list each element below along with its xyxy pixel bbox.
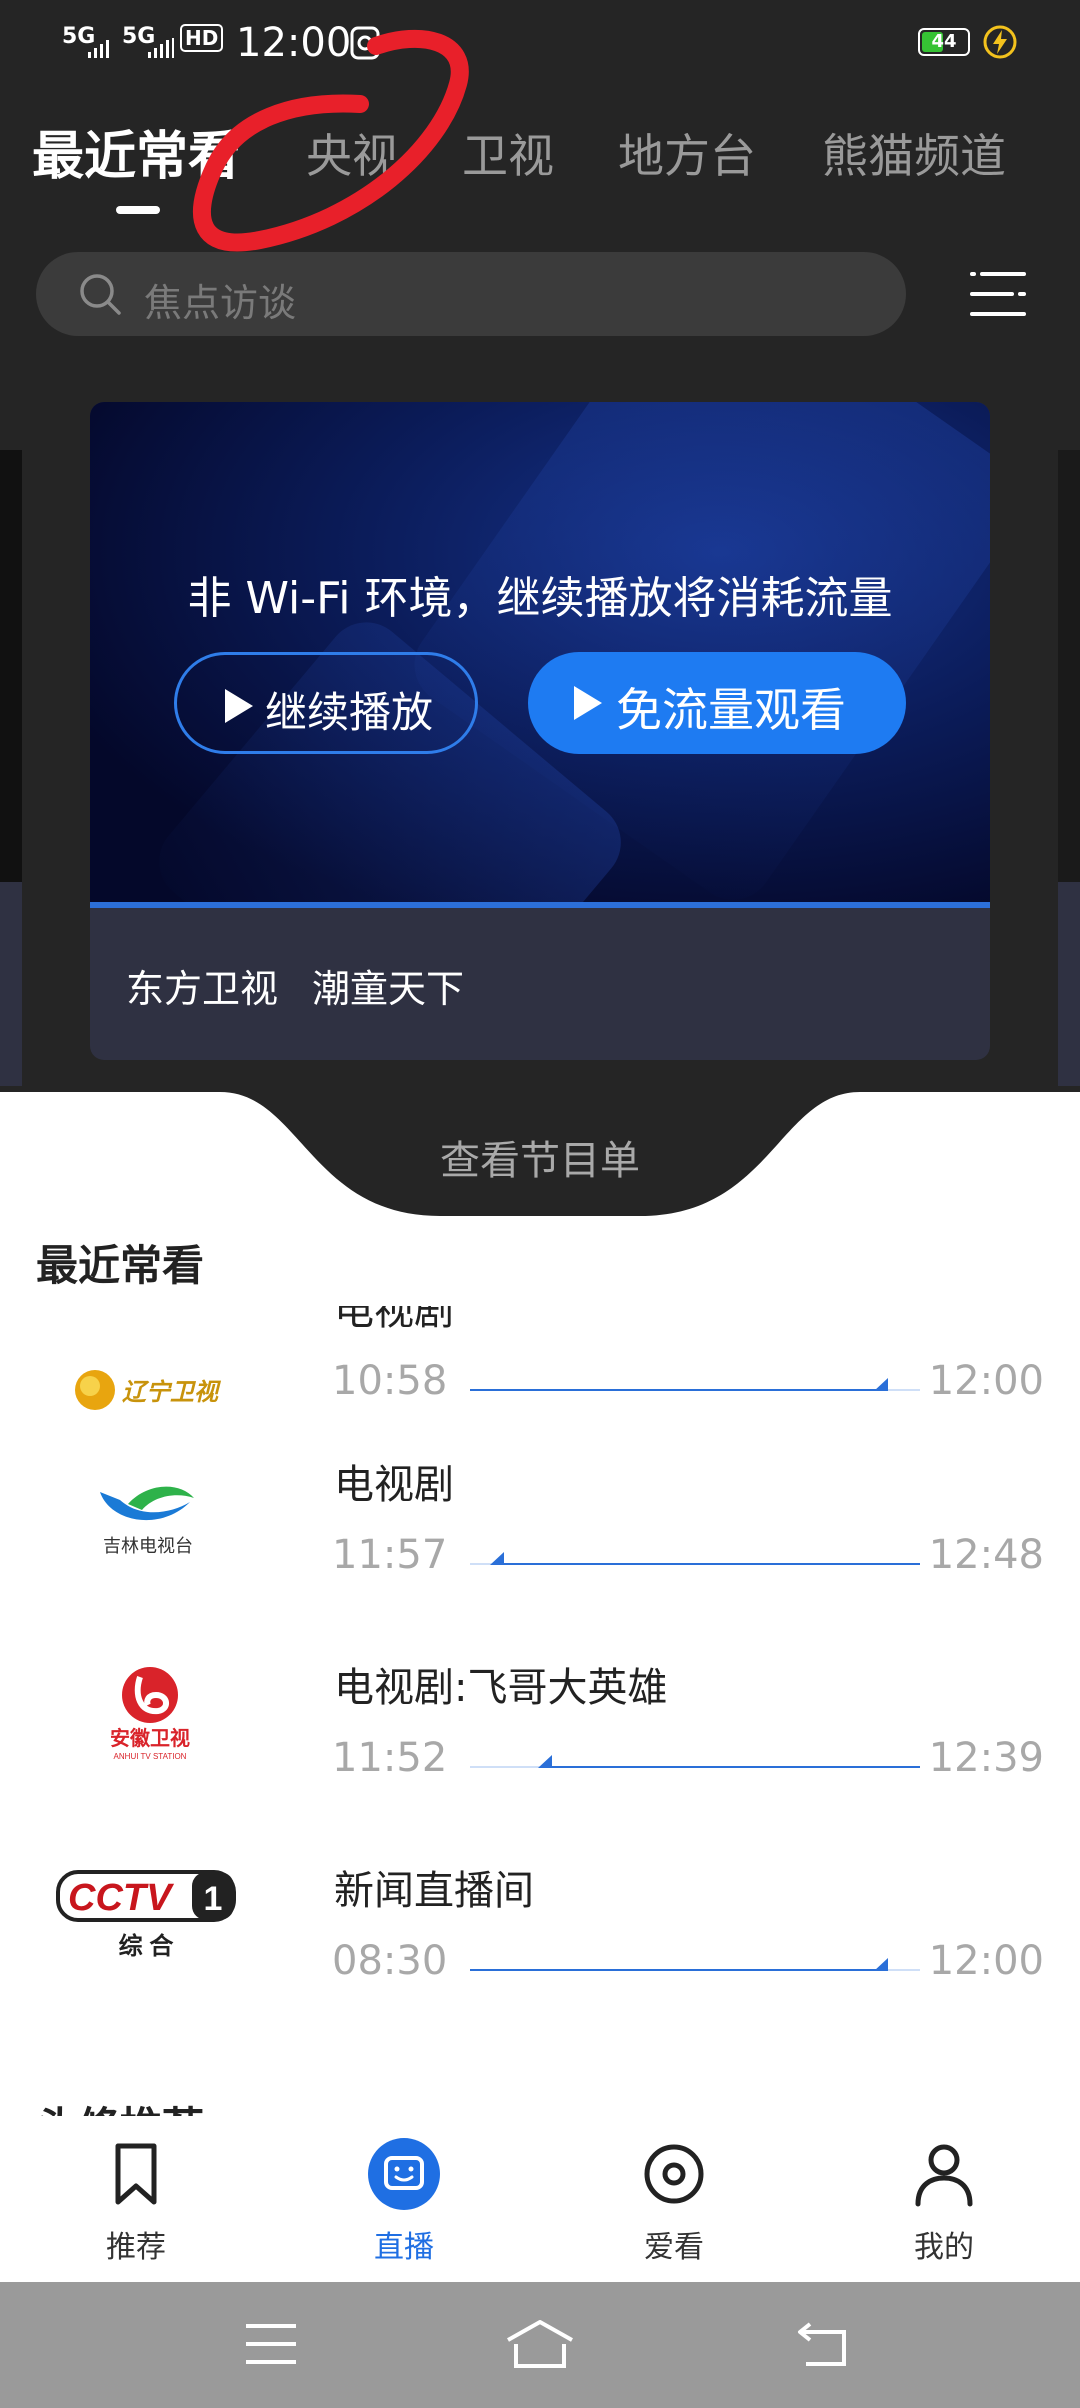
liaoning-tv-logo-text: 辽宁卫视 bbox=[122, 1379, 222, 1406]
channel-list-menu-icon[interactable] bbox=[970, 264, 1026, 324]
nav-favorites-label: 爱看 bbox=[644, 2230, 704, 2265]
clock: 12:00 bbox=[236, 20, 352, 66]
video-progress-bar bbox=[90, 902, 990, 908]
tab-local[interactable]: 地方台 bbox=[618, 120, 756, 186]
liaoning-tv-logo: 辽宁卫视 bbox=[75, 1370, 222, 1410]
list-item[interactable]: 安徽卫视 ANHUI TV STATION 电视剧:飞哥大英雄 11:52 12… bbox=[0, 1655, 1080, 1858]
anhui-tv-logo-text: 安徽卫视 bbox=[110, 1726, 190, 1750]
program-title: 电视剧 bbox=[334, 1306, 454, 1334]
program-name: 潮童天下 bbox=[312, 967, 465, 1011]
start-time: 11:57 bbox=[332, 1532, 448, 1578]
cctv-logo-text: CCTV bbox=[68, 1877, 174, 1919]
nav-mine[interactable]: 我的 bbox=[864, 2138, 1024, 2268]
start-time: 10:58 bbox=[332, 1358, 448, 1404]
nav-recommend-label: 推荐 bbox=[106, 2230, 166, 2265]
battery-percent: 44 bbox=[931, 31, 957, 52]
video-player[interactable]: 非 Wi-Fi 环境，继续播放将消耗流量 继续播放 免流量观看 bbox=[90, 402, 990, 902]
end-time: 12:39 bbox=[928, 1735, 1044, 1781]
previous-card-preview[interactable] bbox=[0, 450, 22, 882]
anhui-tv-logo-subtext: ANHUI TV STATION bbox=[114, 1752, 187, 1761]
free-data-watch-label: 免流量观看 bbox=[616, 683, 846, 737]
start-time: 08:30 bbox=[332, 1938, 448, 1984]
channel-name: 东方卫视 bbox=[126, 967, 279, 1011]
charging-icon bbox=[983, 25, 1017, 59]
list-item[interactable]: CCTV 1 综 合 新闻直播间 08:30 12:00 bbox=[0, 1858, 1080, 2061]
tab-cctv[interactable]: 央视 bbox=[306, 120, 398, 186]
battery-indicator: 44 bbox=[918, 28, 970, 56]
next-card-preview[interactable] bbox=[1058, 450, 1080, 882]
anhui-tv-logo: 安徽卫视 ANHUI TV STATION bbox=[110, 1667, 190, 1761]
tab-satellite[interactable]: 卫视 bbox=[462, 120, 554, 186]
cctv1-logo: CCTV 1 综 合 bbox=[56, 1870, 236, 1960]
screen: 5G 5G HD 12:00 44 最近常看 央视 卫视 地方台 熊猫频道 焦点… bbox=[0, 0, 1080, 2408]
live-tv-icon bbox=[368, 2138, 440, 2210]
now-playing-caption[interactable]: 东方卫视 潮童天下 bbox=[126, 958, 498, 1013]
hd-voice-badge: HD bbox=[180, 24, 224, 52]
next-card-caption bbox=[1058, 882, 1080, 1092]
program-title: 电视剧 bbox=[334, 1462, 454, 1508]
free-data-watch-button[interactable]: 免流量观看 bbox=[528, 652, 906, 754]
notification-icon bbox=[350, 26, 380, 60]
start-time: 11:52 bbox=[332, 1735, 448, 1781]
system-navigation-bar bbox=[0, 2282, 1080, 2408]
end-time: 12:00 bbox=[928, 1358, 1044, 1404]
program-title: 新闻直播间 bbox=[334, 1868, 534, 1914]
search-input[interactable]: 焦点访谈 bbox=[36, 252, 906, 336]
system-menu-icon[interactable] bbox=[244, 2320, 298, 2370]
status-bar: 5G 5G HD 12:00 44 bbox=[0, 0, 1080, 86]
live-player-card: 非 Wi-Fi 环境，继续播放将消耗流量 继续播放 免流量观看 东方卫视 潮童天下 bbox=[90, 402, 990, 1060]
program-progress-bar bbox=[470, 1958, 920, 1971]
program-progress-bar bbox=[470, 1755, 920, 1768]
bottom-navigation: 推荐 直播 爱看 我的 bbox=[0, 2116, 1080, 2282]
program-title: 电视剧:飞哥大英雄 bbox=[334, 1665, 668, 1711]
signal-bars-icon bbox=[88, 40, 109, 58]
continue-play-label: 继续播放 bbox=[265, 688, 434, 737]
system-home-icon[interactable] bbox=[504, 2320, 576, 2370]
active-tab-indicator bbox=[116, 206, 160, 214]
program-progress-bar bbox=[470, 1552, 920, 1565]
recent-channel-list: 辽宁卫视 电视剧 10:58 12:00 吉林电视台 电视剧 11:57 12:… bbox=[0, 1306, 1080, 2106]
search-icon bbox=[80, 274, 121, 315]
play-icon bbox=[574, 686, 602, 720]
nav-favorites[interactable]: 爱看 bbox=[594, 2138, 754, 2268]
play-icon bbox=[225, 689, 253, 723]
channel-tabs: 最近常看 央视 卫视 地方台 熊猫频道 bbox=[0, 110, 1080, 214]
bookmark-icon bbox=[115, 2143, 157, 2205]
search-placeholder: 焦点访谈 bbox=[144, 281, 297, 325]
system-back-icon[interactable] bbox=[796, 2320, 852, 2370]
list-item[interactable]: 辽宁卫视 电视剧 10:58 12:00 bbox=[0, 1306, 1080, 1453]
recent-section-title: 最近常看 bbox=[36, 1241, 205, 1290]
nav-mine-label: 我的 bbox=[914, 2230, 974, 2265]
nav-live[interactable]: 直播 bbox=[324, 2138, 484, 2268]
jilin-tv-logo-text: 吉林电视台 bbox=[103, 1536, 193, 1556]
cctv-logo-subtext: 综 合 bbox=[119, 1932, 175, 1960]
person-icon bbox=[915, 2144, 973, 2207]
signal-bars-icon bbox=[148, 38, 174, 58]
continue-play-button[interactable]: 继续播放 bbox=[174, 652, 478, 754]
tab-panda[interactable]: 熊猫频道 bbox=[822, 120, 1006, 186]
end-time: 12:48 bbox=[928, 1532, 1044, 1578]
target-icon bbox=[644, 2144, 704, 2204]
tab-recent[interactable]: 最近常看 bbox=[32, 114, 240, 189]
view-schedule-button[interactable]: 查看节目单 bbox=[0, 1128, 1080, 1186]
jilin-tv-logo: 吉林电视台 bbox=[100, 1486, 194, 1556]
cctv-logo-number: 1 bbox=[204, 1880, 223, 1918]
program-progress-bar bbox=[470, 1378, 920, 1391]
end-time: 12:00 bbox=[928, 1938, 1044, 1984]
nav-live-label: 直播 bbox=[374, 2230, 434, 2265]
previous-card-caption bbox=[0, 882, 22, 1092]
list-item[interactable]: 吉林电视台 电视剧 11:57 12:48 bbox=[0, 1452, 1080, 1655]
nav-recommend[interactable]: 推荐 bbox=[56, 2138, 216, 2268]
data-usage-warning: 非 Wi-Fi 环境，继续播放将消耗流量 bbox=[187, 573, 893, 624]
